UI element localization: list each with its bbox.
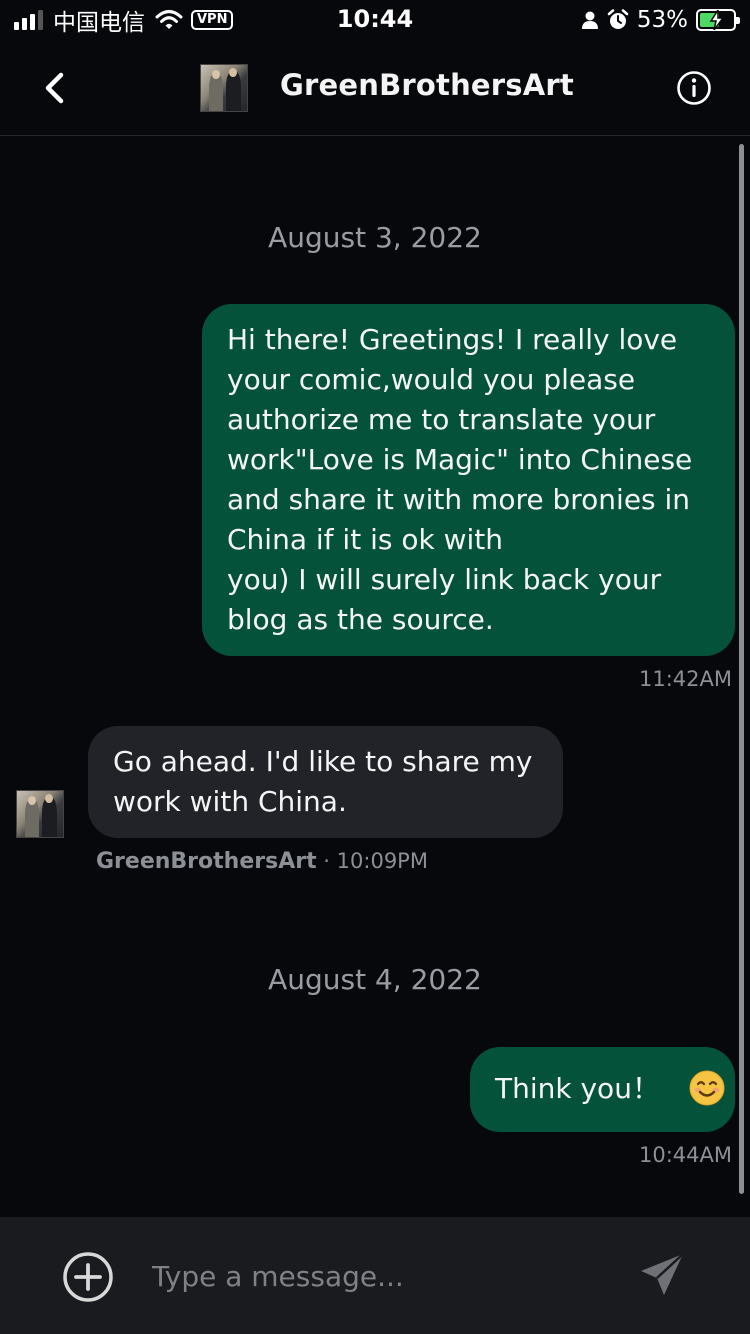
chat-header: GreenBrothersArt: [0, 40, 750, 136]
charging-bolt-icon: [709, 10, 725, 30]
incoming-message-bubble[interactable]: Go ahead. I'd like to share my work with…: [88, 726, 563, 838]
person-icon: [581, 11, 598, 29]
message-line: your comic,would you please: [227, 363, 636, 396]
outgoing-message-bubble[interactable]: Think you！: [470, 1047, 735, 1132]
status-bar: 中国电信 VPN 10:44 53%: [0, 0, 750, 40]
date-separator: August 3, 2022: [268, 221, 482, 254]
message-timestamp: 10:44AM: [638, 1143, 732, 1167]
status-bar-right: 53%: [581, 6, 740, 34]
message-line: blog as the source.: [227, 603, 494, 636]
message-line: China if it is ok with: [227, 523, 503, 556]
message-line: Go ahead. I'd like to share my: [113, 745, 533, 778]
sender-avatar[interactable]: [16, 790, 64, 838]
battery-percent: 53%: [636, 7, 688, 33]
back-button[interactable]: [38, 70, 74, 106]
outgoing-message-bubble[interactable]: Hi there! Greetings! I really love your …: [202, 304, 735, 656]
send-button[interactable]: [638, 1251, 686, 1299]
message-line: authorize me to translate your: [227, 403, 656, 436]
message-line: work with China.: [113, 785, 347, 818]
message-composer: [0, 1217, 750, 1334]
meta-separator: ·: [323, 849, 330, 873]
battery-icon: [696, 9, 740, 31]
message-list[interactable]: August 3, 2022 Hi there! Greetings! I re…: [0, 137, 750, 1217]
message-input[interactable]: [152, 1253, 592, 1299]
date-separator: August 4, 2022: [268, 963, 482, 996]
smiling-face-emoji-icon: [689, 1070, 725, 1106]
info-button[interactable]: [676, 70, 712, 106]
message-line: work"Love is Magic" into Chinese: [227, 443, 693, 476]
alarm-clock-icon: [607, 9, 629, 29]
message-line: and share it with more bronies in: [227, 483, 691, 516]
contact-name[interactable]: GreenBrothersArt: [280, 68, 574, 102]
message-meta: GreenBrothersArt · 10:09PM: [96, 849, 428, 874]
contact-avatar[interactable]: [200, 64, 248, 112]
message-timestamp: 11:42AM: [638, 667, 732, 691]
scrollbar[interactable]: [739, 144, 744, 1194]
chat-screen: 中国电信 VPN 10:44 53% GreenBrothersArt Augu…: [0, 0, 750, 1334]
message-text: Think you！: [495, 1072, 660, 1105]
message-line: you) I will surely link back your: [227, 563, 662, 596]
sender-name: GreenBrothersArt: [96, 849, 317, 874]
add-attachment-button[interactable]: [62, 1251, 114, 1303]
message-timestamp: 10:09PM: [336, 849, 428, 873]
message-line: Hi there! Greetings! I really love: [227, 323, 678, 356]
